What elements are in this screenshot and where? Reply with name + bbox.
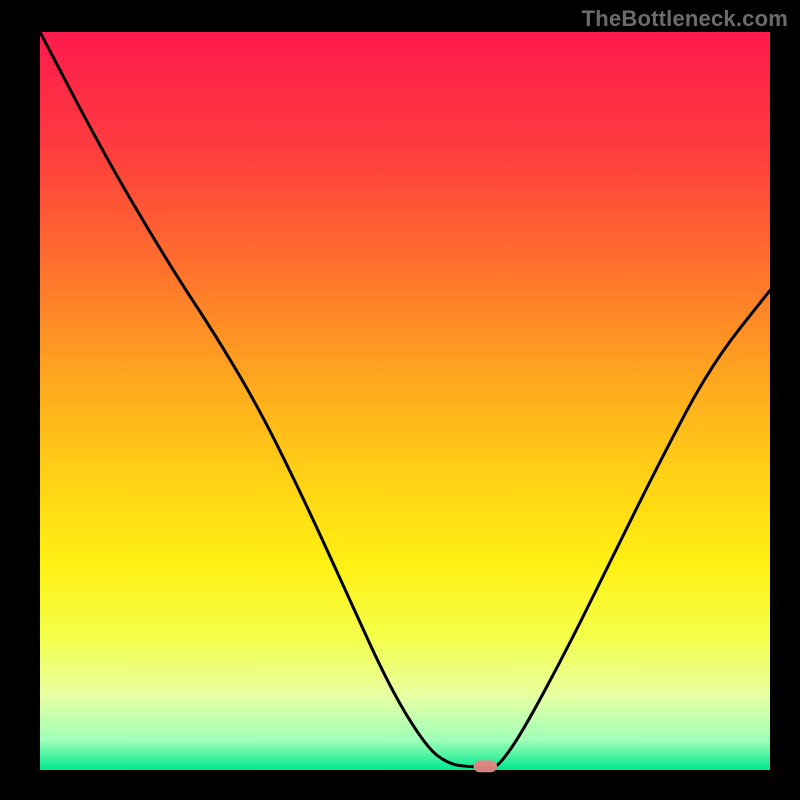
bottleneck-chart: TheBottleneck.com xyxy=(0,0,800,800)
optimum-marker-shade xyxy=(475,766,495,772)
chart-svg xyxy=(0,0,800,800)
watermark-text: TheBottleneck.com xyxy=(582,6,788,32)
chart-plot-area xyxy=(40,32,770,770)
